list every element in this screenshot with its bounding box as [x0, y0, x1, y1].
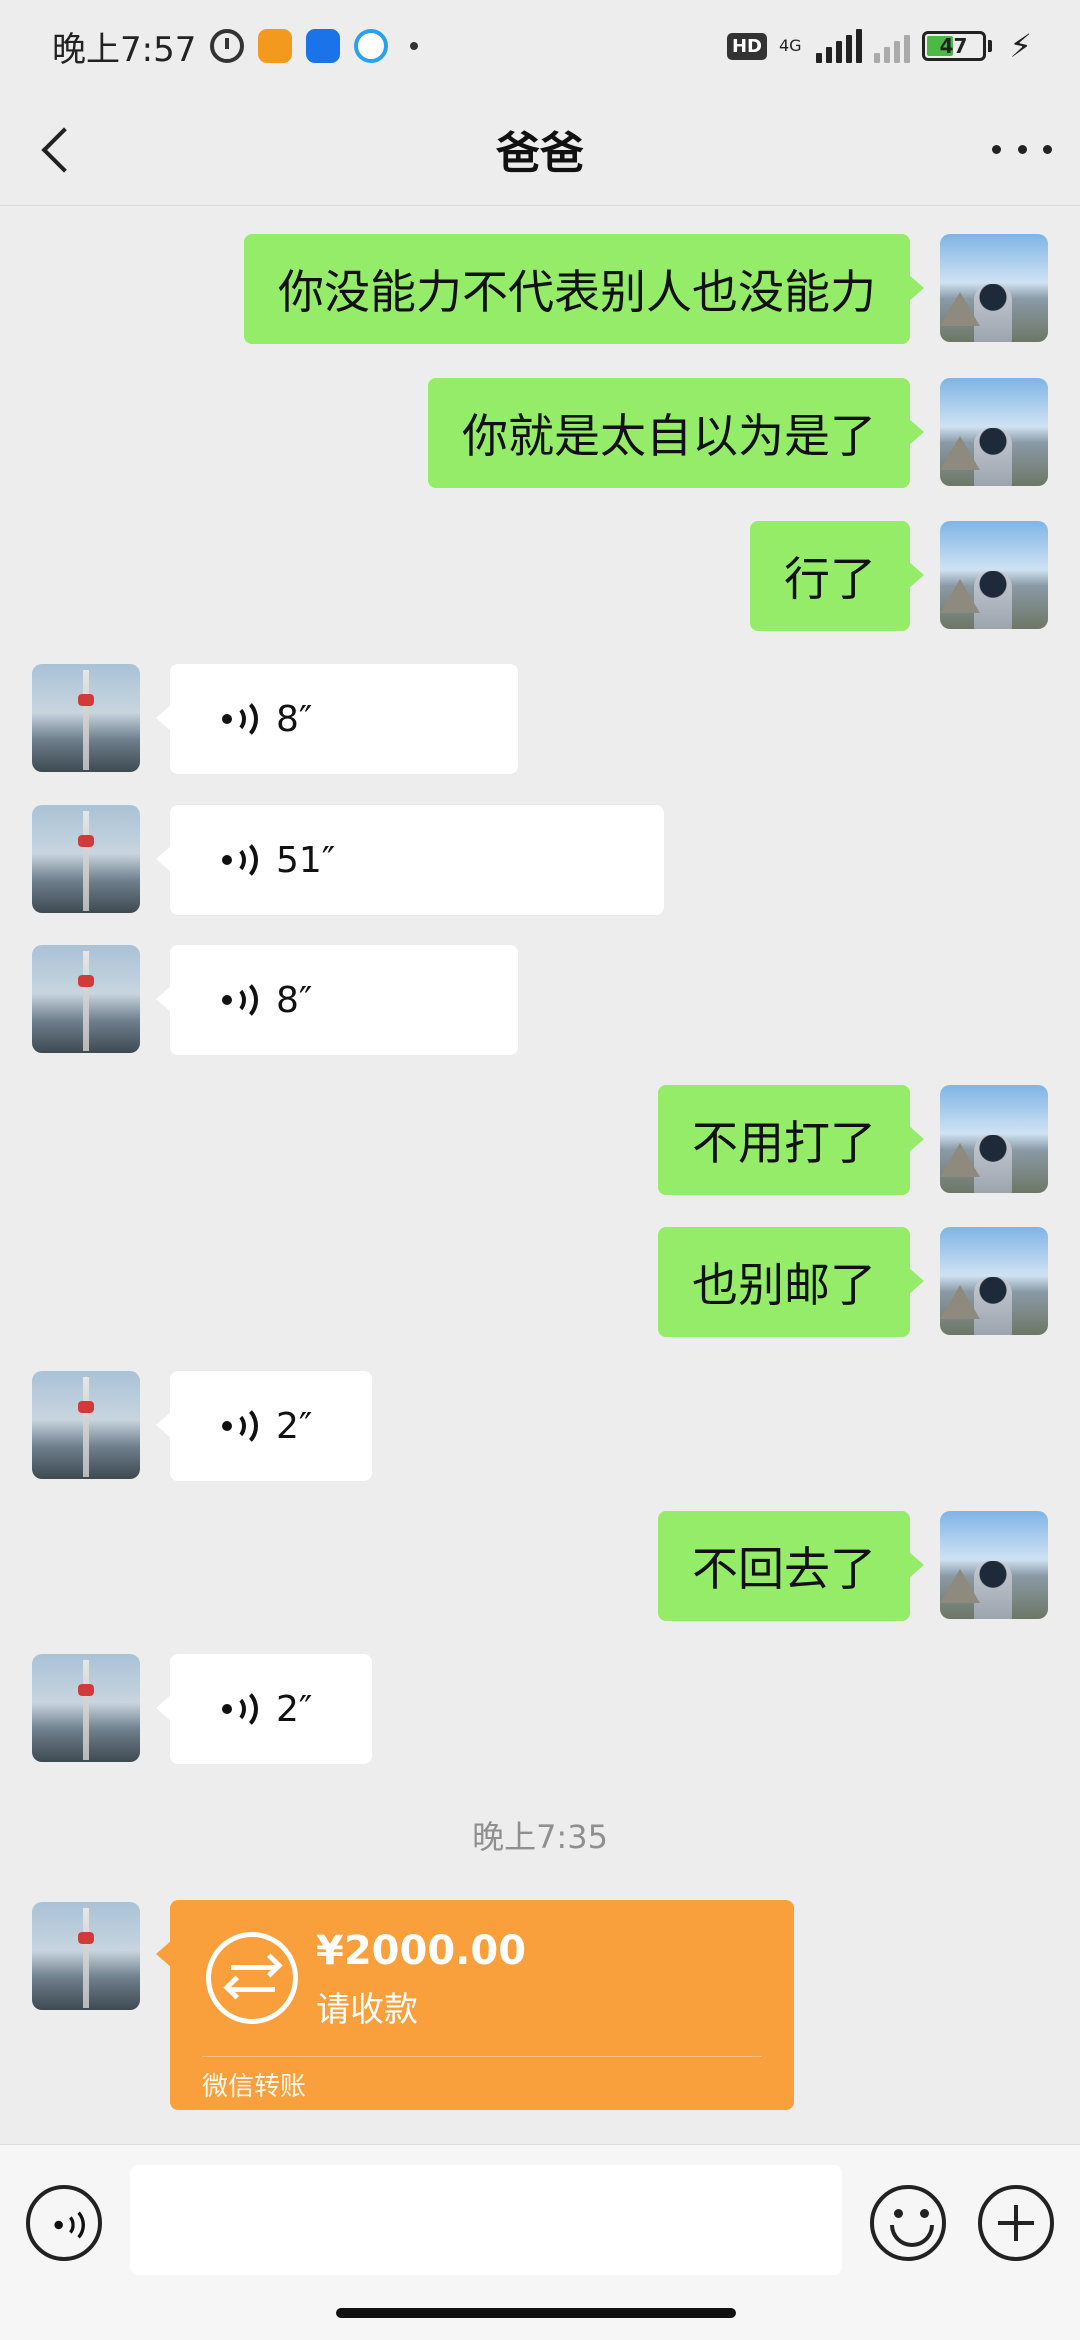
- my-avatar[interactable]: [940, 1085, 1048, 1193]
- more-options-button[interactable]: [992, 124, 1052, 174]
- transfer-divider: [202, 2056, 762, 2057]
- contact-avatar[interactable]: [32, 664, 140, 772]
- voice-input-button[interactable]: [26, 2185, 102, 2261]
- signal-strength-sim2-icon: [873, 29, 910, 63]
- voice-icon: [218, 838, 258, 882]
- transfer-status: 请收款: [316, 1990, 418, 2030]
- chat-title: 爸爸: [496, 127, 584, 179]
- voice-icon: [218, 697, 258, 741]
- message-bubble-sent[interactable]: 你没能力不代表别人也没能力: [244, 234, 924, 344]
- voice-duration: 8″: [276, 979, 313, 1021]
- voice-icon: [218, 1404, 258, 1448]
- emoji-button[interactable]: [870, 2185, 946, 2261]
- status-time: 晚上7:57: [52, 29, 197, 70]
- status-bar: 晚上7:57 HD 4G 47 ⚡: [0, 0, 1080, 92]
- timestamp-divider: 晚上7:35: [472, 1818, 608, 1856]
- app-notification-icon: [306, 29, 341, 63]
- voice-duration: 2″: [276, 1405, 313, 1447]
- contact-avatar[interactable]: [32, 1371, 140, 1479]
- message-input[interactable]: [130, 2165, 842, 2275]
- message-bubble-sent[interactable]: 不用打了: [658, 1085, 924, 1195]
- transfer-footer: 微信转账: [202, 2072, 307, 2102]
- more-notifications-icon: [410, 42, 419, 50]
- voice-duration: 8″: [276, 698, 313, 740]
- voice-duration: 51″: [276, 839, 336, 881]
- message-bubble-sent[interactable]: 也别邮了: [658, 1227, 924, 1337]
- contact-avatar[interactable]: [32, 1654, 140, 1762]
- message-text: 也别邮了: [692, 1258, 876, 1312]
- contact-avatar[interactable]: [32, 805, 140, 913]
- signal-strength-icon: [815, 29, 862, 63]
- transfer-amount: ¥2000.00: [316, 1928, 527, 1974]
- voice-duration: 2″: [276, 1688, 313, 1730]
- voice-message[interactable]: 8″: [156, 664, 518, 774]
- message-bubble-sent[interactable]: 不回去了: [658, 1511, 924, 1621]
- back-button[interactable]: [30, 122, 86, 178]
- battery-icon: 47: [921, 31, 986, 61]
- more-actions-button[interactable]: [978, 2185, 1054, 2261]
- voice-icon: [218, 978, 258, 1022]
- message-text: 不用打了: [692, 1116, 876, 1170]
- message-bubble-sent[interactable]: 你就是太自以为是了: [428, 378, 924, 488]
- message-text: 行了: [784, 552, 876, 606]
- voice-message[interactable]: 8″: [156, 945, 518, 1055]
- chat-header: 爸爸: [0, 92, 1080, 206]
- transfer-card[interactable]: ¥2000.00 请收款 微信转账: [156, 1900, 794, 2110]
- voice-icon: [51, 2206, 85, 2244]
- qq-notification-icon: [354, 29, 389, 63]
- taobao-notification-icon: [258, 29, 293, 63]
- message-bubble-sent[interactable]: 行了: [750, 521, 924, 631]
- charging-icon: ⚡: [1009, 27, 1032, 65]
- my-avatar[interactable]: [940, 1511, 1048, 1619]
- voice-message[interactable]: 51″: [156, 805, 664, 915]
- hd-voice-icon: HD: [726, 32, 767, 60]
- message-text: 不回去了: [692, 1542, 876, 1596]
- my-avatar[interactable]: [940, 234, 1048, 342]
- network-type: 4G: [778, 36, 802, 55]
- battery-level: 47: [939, 34, 968, 58]
- message-text: 你就是太自以为是了: [462, 409, 876, 463]
- voice-message[interactable]: 2″: [156, 1654, 372, 1764]
- voice-icon: [218, 1687, 258, 1731]
- contact-avatar[interactable]: [32, 945, 140, 1053]
- my-avatar[interactable]: [940, 521, 1048, 629]
- voice-message[interactable]: 2″: [156, 1371, 372, 1481]
- my-avatar[interactable]: [940, 1227, 1048, 1335]
- my-avatar[interactable]: [940, 378, 1048, 486]
- transfer-icon: [206, 1932, 298, 2024]
- alarm-icon: [210, 29, 245, 63]
- message-text: 你没能力不代表别人也没能力: [278, 265, 876, 319]
- home-indicator[interactable]: [336, 2308, 736, 2318]
- contact-avatar[interactable]: [32, 1902, 140, 2010]
